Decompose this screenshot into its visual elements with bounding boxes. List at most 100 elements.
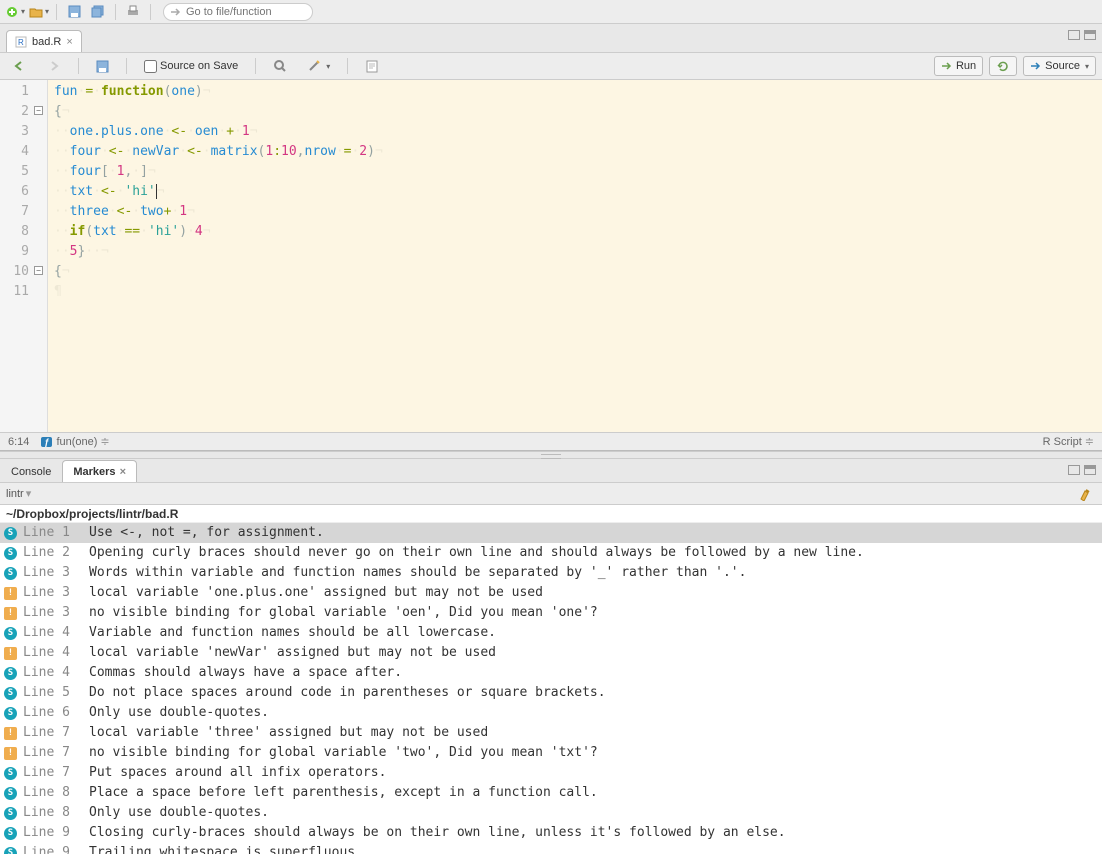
code-editor[interactable]: 12−345678910−11 fun·=·function(one)¬{¬··… <box>0 80 1102 432</box>
new-file-button[interactable] <box>4 2 26 22</box>
separator <box>56 4 57 20</box>
rerun-button[interactable] <box>989 56 1017 76</box>
marker-line: Line 7 <box>23 763 83 783</box>
line-number[interactable]: 2− <box>0 102 47 122</box>
maximize-pane-icon[interactable] <box>1084 465 1096 475</box>
source-on-save-label: Source on Save <box>160 60 238 72</box>
marker-line: Line 8 <box>23 783 83 803</box>
close-tab-icon[interactable]: × <box>66 36 72 48</box>
line-number[interactable]: 9 <box>0 242 47 262</box>
wand-button[interactable] <box>300 56 337 76</box>
file-type[interactable]: R Script <box>1043 436 1082 448</box>
marker-row[interactable]: SLine 6Only use double-quotes. <box>0 703 1102 723</box>
open-file-button[interactable] <box>28 2 50 22</box>
print-button[interactable] <box>122 2 144 22</box>
pane-splitter[interactable] <box>0 451 1102 459</box>
file-tab-bar: R bad.R × <box>0 24 1102 52</box>
code-line[interactable]: {¬ <box>54 102 1102 122</box>
minimize-pane-icon[interactable] <box>1068 465 1080 475</box>
warning-icon <box>4 727 17 740</box>
code-line[interactable]: ··txt·<-·'hi'¬ <box>54 182 1102 202</box>
tab-console[interactable]: Console <box>0 460 62 482</box>
line-number[interactable]: 7 <box>0 202 47 222</box>
marker-row[interactable]: SLine 4Commas should always have a space… <box>0 663 1102 683</box>
fold-widget[interactable]: − <box>34 106 43 115</box>
function-badge: ƒ <box>41 437 52 447</box>
line-number[interactable]: 10− <box>0 262 47 282</box>
notebook-button[interactable] <box>358 56 386 76</box>
marker-row[interactable]: Line 7local variable 'three' assigned bu… <box>0 723 1102 743</box>
style-icon: S <box>4 767 17 780</box>
marker-row[interactable]: SLine 4Variable and function names shoul… <box>0 623 1102 643</box>
marker-message: Words within variable and function names… <box>89 563 1098 583</box>
source-label: Source <box>1045 60 1080 72</box>
source-on-save-checkbox[interactable]: Source on Save <box>137 56 245 76</box>
fold-widget[interactable]: − <box>34 266 43 275</box>
save-all-button[interactable] <box>87 2 109 22</box>
run-button[interactable]: Run <box>934 56 983 76</box>
goto-input[interactable] <box>186 6 296 18</box>
marker-message: Commas should always have a space after. <box>89 663 1098 683</box>
separator <box>255 58 256 74</box>
separator <box>115 4 116 20</box>
marker-line: Line 3 <box>23 563 83 583</box>
minimize-pane-icon[interactable] <box>1068 30 1080 40</box>
code-line[interactable]: ··one.plus.one·<-·oen·+·1¬ <box>54 122 1102 142</box>
line-number[interactable]: 11 <box>0 282 47 302</box>
close-tab-icon[interactable]: × <box>120 466 126 478</box>
source-button[interactable]: Source <box>1023 56 1096 76</box>
find-button[interactable] <box>266 56 294 76</box>
chevron-icon: ≑ <box>100 435 109 448</box>
file-tab-bad-r[interactable]: R bad.R × <box>6 30 82 52</box>
code-line[interactable]: ··three·<-·two+·1¬ <box>54 202 1102 222</box>
marker-row[interactable]: SLine 9Closing curly-braces should alway… <box>0 823 1102 843</box>
tab-markers[interactable]: Markers× <box>62 460 137 482</box>
marker-row[interactable]: Line 4local variable 'newVar' assigned b… <box>0 643 1102 663</box>
save-button[interactable] <box>63 2 85 22</box>
line-number[interactable]: 5 <box>0 162 47 182</box>
back-button[interactable] <box>6 56 34 76</box>
code-line[interactable]: ¶ <box>54 282 1102 302</box>
goto-file-function[interactable] <box>163 3 313 21</box>
marker-row[interactable]: SLine 1Use <-, not =, for assignment. <box>0 523 1102 543</box>
line-number[interactable]: 3 <box>0 122 47 142</box>
source-pane: R bad.R × Source on Save Run Source 12−3… <box>0 24 1102 451</box>
marker-row[interactable]: SLine 8Only use double-quotes. <box>0 803 1102 823</box>
separator <box>150 4 151 20</box>
marker-row[interactable]: SLine 2Opening curly braces should never… <box>0 543 1102 563</box>
function-name[interactable]: fun(one) <box>56 436 97 448</box>
line-number[interactable]: 8 <box>0 222 47 242</box>
code-line[interactable]: ··5}··¬ <box>54 242 1102 262</box>
line-number[interactable]: 4 <box>0 142 47 162</box>
marker-line: Line 3 <box>23 603 83 623</box>
code-line[interactable]: ··four·<-·newVar·<-·matrix(1:10,nrow·=·2… <box>54 142 1102 162</box>
forward-button[interactable] <box>40 56 68 76</box>
marker-row[interactable]: SLine 9Trailing whitespace is superfluou… <box>0 843 1102 854</box>
marker-row[interactable]: SLine 3Words within variable and functio… <box>0 563 1102 583</box>
code-line[interactable]: fun·=·function(one)¬ <box>54 82 1102 102</box>
marker-row[interactable]: Line 3local variable 'one.plus.one' assi… <box>0 583 1102 603</box>
line-number[interactable]: 1 <box>0 82 47 102</box>
marker-row[interactable]: SLine 8Place a space before left parenth… <box>0 783 1102 803</box>
save-editor-button[interactable] <box>89 56 116 76</box>
code-content[interactable]: fun·=·function(one)¬{¬··one.plus.one·<-·… <box>48 80 1102 432</box>
code-line[interactable]: ··if(txt·==·'hi')·4¬ <box>54 222 1102 242</box>
code-line[interactable]: {¬ <box>54 262 1102 282</box>
clear-markers-button[interactable] <box>1074 484 1096 504</box>
marker-row[interactable]: Line 3no visible binding for global vari… <box>0 603 1102 623</box>
marker-message: local variable 'one.plus.one' assigned b… <box>89 583 1098 603</box>
style-icon: S <box>4 827 17 840</box>
maximize-pane-icon[interactable] <box>1084 30 1096 40</box>
style-icon: S <box>4 707 17 720</box>
marker-row[interactable]: SLine 7Put spaces around all infix opera… <box>0 763 1102 783</box>
line-number[interactable]: 6 <box>0 182 47 202</box>
code-line[interactable]: ··four[·1,·]¬ <box>54 162 1102 182</box>
markers-filter[interactable]: lintr <box>6 488 24 500</box>
marker-line: Line 2 <box>23 543 83 563</box>
marker-line: Line 1 <box>23 523 83 543</box>
marker-row[interactable]: SLine 5Do not place spaces around code i… <box>0 683 1102 703</box>
marker-message: local variable 'newVar' assigned but may… <box>89 643 1098 663</box>
marker-row[interactable]: Line 7no visible binding for global vari… <box>0 743 1102 763</box>
markers-file-path[interactable]: ~/Dropbox/projects/lintr/bad.R <box>0 505 1102 523</box>
marker-line: Line 9 <box>23 843 83 854</box>
